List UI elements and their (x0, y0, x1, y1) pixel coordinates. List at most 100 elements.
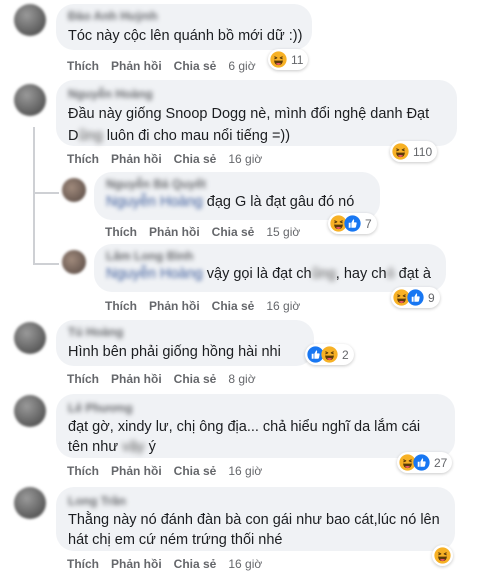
comment-author[interactable]: Lâm Long Bình (106, 249, 434, 263)
share-button[interactable]: Chia sẻ (174, 59, 217, 73)
like-button[interactable]: Thích (67, 464, 99, 478)
comment-timestamp[interactable]: 16 giờ (228, 152, 262, 166)
like-icon (413, 454, 430, 471)
comment-text: Tóc này cộc lên quánh bồ mới dữ :)) (68, 28, 303, 44)
avatar[interactable] (14, 322, 46, 354)
comment-actions: Thích Phản hồi Chia sẻ 8 giờ (67, 372, 256, 386)
comment-author[interactable]: Tú Hoàng (68, 325, 302, 339)
comment-text-line: Thằng này nó đánh đàn bà con gái như bao… (68, 512, 440, 528)
like-icon (344, 215, 361, 232)
like-button[interactable]: Thích (67, 372, 99, 386)
comment-author[interactable]: Lê Phương (68, 401, 443, 415)
reaction-count: 7 (365, 216, 372, 231)
reply-button[interactable]: Phản hồi (111, 372, 162, 386)
comment-author[interactable]: Long Trần (68, 494, 443, 508)
comment-actions: Thích Phản hồi Chia sẻ 6 giờ (67, 59, 256, 73)
haha-icon (321, 346, 338, 363)
comment-text: Nguyễn Hoàng đạg G là đạt gâu đó nó (106, 192, 368, 212)
like-icon (407, 289, 424, 306)
avatar[interactable] (62, 178, 86, 202)
comment-text-line: hát chị em cứ ném trứng thối nhé (68, 532, 283, 548)
like-button[interactable]: Thích (67, 152, 99, 166)
haha-icon (434, 547, 451, 564)
avatar[interactable] (14, 4, 46, 36)
comment-actions: Thích Phản hồi Chia sẻ 16 giờ (67, 152, 262, 166)
reply-button[interactable]: Phản hồi (111, 557, 162, 571)
censored-text: vậy (122, 439, 145, 455)
comment-author[interactable]: Nguyễn Hoàng (68, 87, 445, 101)
text-fragment: , hay ch (335, 266, 387, 282)
comment-text-line: Đầu này giống Snoop Dogg nè, mình đổi ng… (68, 106, 430, 122)
share-button[interactable]: Chia sẻ (174, 557, 217, 571)
reaction-count: 27 (434, 455, 448, 470)
comment-timestamp[interactable]: 8 giờ (228, 372, 255, 386)
share-button[interactable]: Chia sẻ (212, 299, 255, 313)
reactions-summary[interactable]: 110 (390, 141, 438, 162)
reaction-count: 2 (342, 347, 349, 362)
thread-line (33, 263, 59, 265)
comment-bubble: Lâm Long Bình Nguyễn Hoàng vậy gọi là đạ… (94, 244, 446, 292)
share-button[interactable]: Chia sẻ (174, 464, 217, 478)
text-fragment: vậy gọi là đạt ch (202, 266, 312, 282)
comment-author[interactable]: Nguyễn Bá Quyết (106, 177, 368, 191)
reactions-summary[interactable]: 7 (328, 213, 377, 234)
reaction-count: 110 (413, 144, 433, 159)
reactions-summary[interactable]: 2 (305, 344, 354, 365)
text-fragment: luôn đi cho mau nổi tiếng =)) (102, 128, 291, 144)
comment-text-line: Dũng luôn đi cho mau nổi tiếng =)) (68, 126, 445, 146)
comment-actions: Thích Phản hồi Chia sẻ 15 giờ (105, 225, 300, 239)
comment-author[interactable]: Đào Anh Huỳnh (68, 9, 300, 23)
comment-text: Nguyễn Hoàng vậy gọi là đạt chũng, hay c… (106, 264, 434, 284)
like-button[interactable]: Thích (67, 59, 99, 73)
share-button[interactable]: Chia sẻ (174, 372, 217, 386)
censored-text: ó (386, 266, 395, 282)
reply-button[interactable]: Phản hồi (111, 152, 162, 166)
comment-bubble: Lê Phương đạt gờ, xindy lư, chị ông địa.… (56, 394, 455, 458)
censored-text: ũng (78, 128, 103, 144)
share-button[interactable]: Chia sẻ (212, 225, 255, 239)
haha-icon (270, 51, 287, 68)
like-button[interactable]: Thích (67, 557, 99, 571)
text-fragment: đạg G là đạt gâu đó nó (202, 194, 355, 210)
text-fragment: ý (144, 439, 156, 455)
avatar[interactable] (14, 487, 46, 519)
thread-line (33, 194, 35, 264)
reactions-summary[interactable] (432, 545, 453, 566)
mention-link[interactable]: Nguyễn Hoàng (106, 194, 203, 210)
comment-text-line: đạt gờ, xindy lư, chị ông địa... chả hiể… (68, 419, 421, 435)
share-button[interactable]: Chia sẻ (174, 152, 217, 166)
thread-line (33, 127, 35, 194)
reactions-summary[interactable]: 11 (268, 49, 309, 70)
comment-timestamp[interactable]: 16 giờ (228, 464, 262, 478)
haha-icon (392, 143, 409, 160)
censored-text: ũng (311, 266, 336, 282)
thread-line (33, 192, 59, 194)
mention-link[interactable]: Nguyễn Hoàng (106, 266, 203, 282)
text-fragment: tên như (68, 439, 123, 455)
like-button[interactable]: Thích (105, 299, 137, 313)
text-fragment: đạt à (394, 266, 431, 282)
comment-bubble: Đào Anh Huỳnh Tóc này cộc lên quánh bồ m… (56, 4, 312, 50)
reactions-summary[interactable]: 27 (397, 452, 453, 473)
avatar[interactable] (62, 250, 86, 274)
reactions-summary[interactable]: 9 (391, 287, 440, 308)
reply-button[interactable]: Phản hồi (149, 299, 200, 313)
comment-text-line: tên như vậy ý (68, 437, 443, 457)
comment-actions: Thích Phản hồi Chia sẻ 16 giờ (105, 299, 300, 313)
comment-timestamp[interactable]: 16 giờ (266, 299, 300, 313)
comment-bubble: Nguyễn Hoàng Đầu này giống Snoop Dogg nè… (56, 80, 457, 146)
reply-button[interactable]: Phản hồi (111, 464, 162, 478)
reaction-count: 9 (428, 290, 435, 305)
text-fragment: D (68, 128, 79, 144)
like-button[interactable]: Thích (105, 225, 137, 239)
reply-button[interactable]: Phản hồi (111, 59, 162, 73)
avatar[interactable] (14, 84, 46, 116)
comment-timestamp[interactable]: 6 giờ (228, 59, 255, 73)
comment-actions: Thích Phản hồi Chia sẻ 16 giờ (67, 557, 262, 571)
reaction-count: 11 (291, 52, 304, 67)
avatar[interactable] (14, 395, 46, 427)
comment-timestamp[interactable]: 15 giờ (266, 225, 300, 239)
comment-timestamp[interactable]: 16 giờ (228, 557, 262, 571)
comment-bubble: Tú Hoàng Hình bên phải giống hồng hài nh… (56, 320, 314, 366)
reply-button[interactable]: Phản hồi (149, 225, 200, 239)
